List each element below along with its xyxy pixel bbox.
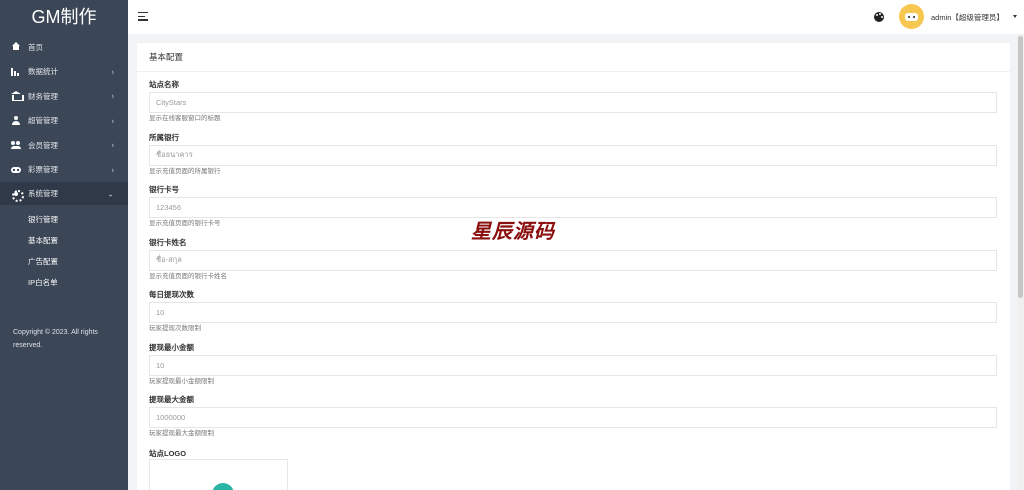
page-title: 基本配置 <box>137 43 1010 72</box>
field-min-withdraw: 提现最小金额 玩家提现最小金额限制 <box>149 343 998 396</box>
system-submenu: 银行管理 基本配置 广告配置 IP白名单 <box>0 205 128 293</box>
submenu-item-basic-config[interactable]: 基本配置 <box>0 230 128 251</box>
gear-icon <box>11 189 24 202</box>
daily-withdraw-count-input[interactable] <box>149 302 997 323</box>
field-label: 站点名称 <box>149 80 179 89</box>
field-help: 显示在线客服窗口的标题 <box>149 115 221 122</box>
sidebar-menu: 首页 数据统计 › 财务管理 › 超管管理 › 会员管理 › 彩票管理 › 系统… <box>0 34 128 205</box>
chevron-right-icon: › <box>111 140 114 150</box>
caret-down-icon[interactable] <box>1013 15 1017 18</box>
field-site-name: 站点名称 显示在线客服窗口的标题 <box>149 80 998 133</box>
watermark-text: 星辰源码 <box>471 221 555 243</box>
sidebar-item-label: 数据统计 <box>28 67 58 77</box>
user-menu-label[interactable]: admin【超级管理员】 <box>931 12 1004 23</box>
field-label: 每日提现次数 <box>149 290 194 299</box>
sidebar-item-system[interactable]: 系统管理 ⌄ <box>0 182 128 205</box>
sidebar-item-lottery[interactable]: 彩票管理 › <box>0 158 128 183</box>
user-icon <box>11 115 21 126</box>
field-daily-withdraw-count: 每日提现次数 玩家提现次数限制 <box>149 290 998 343</box>
field-label: 所属银行 <box>149 132 179 142</box>
config-card: 基本配置 站点名称 显示在线客服窗口的标题 所属银行 显示充值页面的所属银行 银… <box>137 43 1010 490</box>
site-name-input[interactable] <box>149 92 997 113</box>
app-logo[interactable]: GM制作 <box>0 0 128 34</box>
config-form: 站点名称 显示在线客服窗口的标题 所属银行 显示充值页面的所属银行 银行卡号 显… <box>149 80 998 459</box>
sidebar-item-finance[interactable]: 财务管理 › <box>0 84 128 109</box>
max-withdraw-input[interactable] <box>149 407 997 428</box>
sidebar-item-label: 会员管理 <box>28 140 58 150</box>
users-icon <box>11 140 21 150</box>
sidebar-item-members[interactable]: 会员管理 › <box>0 133 128 158</box>
field-help: 显示充值页面的银行卡号 <box>149 220 221 227</box>
site-logo-label: 站点LOGO <box>149 448 187 458</box>
field-label: 提现最大金额 <box>149 395 194 404</box>
field-help: 显示充值页面的所属银行 <box>149 167 221 175</box>
field-label: 银行卡号 <box>149 185 179 194</box>
field-help: 玩家提现最大金额限制 <box>149 430 214 437</box>
bar-chart-icon <box>11 67 21 77</box>
sidebar-item-label: 超管管理 <box>28 116 58 126</box>
field-max-withdraw: 提现最大金额 玩家提现最大金额限制 <box>149 395 998 448</box>
field-card-number: 银行卡号 显示充值页面的银行卡号 <box>149 185 998 238</box>
sidebar-item-statistics[interactable]: 数据统计 › <box>0 60 128 85</box>
sidebar-item-label: 首页 <box>28 42 43 52</box>
sidebar: GM制作 首页 数据统计 › 财务管理 › 超管管理 › 会员管理 › 彩票管理… <box>0 0 128 490</box>
sidebar-item-label: 财务管理 <box>28 91 58 101</box>
chevron-right-icon: › <box>111 67 114 77</box>
field-help: 玩家提现次数限制 <box>149 325 201 332</box>
card-number-input[interactable] <box>149 197 997 218</box>
chevron-right-icon: › <box>111 91 114 101</box>
submenu-item-bank[interactable]: 银行管理 <box>0 209 128 230</box>
field-help: 显示充值页面的银行卡姓名 <box>149 272 227 280</box>
chevron-right-icon: › <box>111 116 114 126</box>
bank-icon <box>11 91 24 102</box>
avatar-icon[interactable] <box>899 4 924 29</box>
card-holder-input[interactable] <box>149 249 997 271</box>
field-label: 银行卡姓名 <box>149 237 187 247</box>
sidebar-item-label: 彩票管理 <box>28 165 58 175</box>
submenu-item-ad-config[interactable]: 广告配置 <box>0 251 128 272</box>
home-icon <box>11 42 21 52</box>
chevron-right-icon: › <box>111 165 114 175</box>
bank-input[interactable] <box>149 144 997 166</box>
scrollbar-thumb[interactable] <box>1018 36 1023 298</box>
field-label: 提现最小金额 <box>149 342 194 352</box>
palette-icon[interactable] <box>874 12 884 22</box>
hamburger-menu-icon[interactable] <box>138 12 148 21</box>
field-bank: 所属银行 显示充值页面的所属银行 <box>149 133 998 186</box>
submenu-item-ip-whitelist[interactable]: IP白名单 <box>0 272 128 293</box>
sidebar-item-label: 系统管理 <box>28 189 58 198</box>
page-scrollbar[interactable] <box>1017 34 1024 490</box>
site-logo-upload[interactable] <box>149 459 288 490</box>
chevron-down-icon: ⌄ <box>107 189 114 198</box>
site-logo-image <box>212 483 234 490</box>
sidebar-item-home[interactable]: 首页 <box>0 35 128 60</box>
sidebar-item-superadmin[interactable]: 超管管理 › <box>0 109 128 134</box>
top-header: admin【超级管理员】 <box>128 0 1024 34</box>
min-withdraw-input[interactable] <box>149 354 997 376</box>
gamepad-icon <box>11 165 21 175</box>
field-help: 玩家提现最小金额限制 <box>149 377 214 385</box>
copyright-text: Copyright © 2023. All rights reserved. <box>13 329 98 349</box>
field-card-holder: 银行卡姓名 显示充值页面的银行卡姓名 <box>149 238 998 291</box>
